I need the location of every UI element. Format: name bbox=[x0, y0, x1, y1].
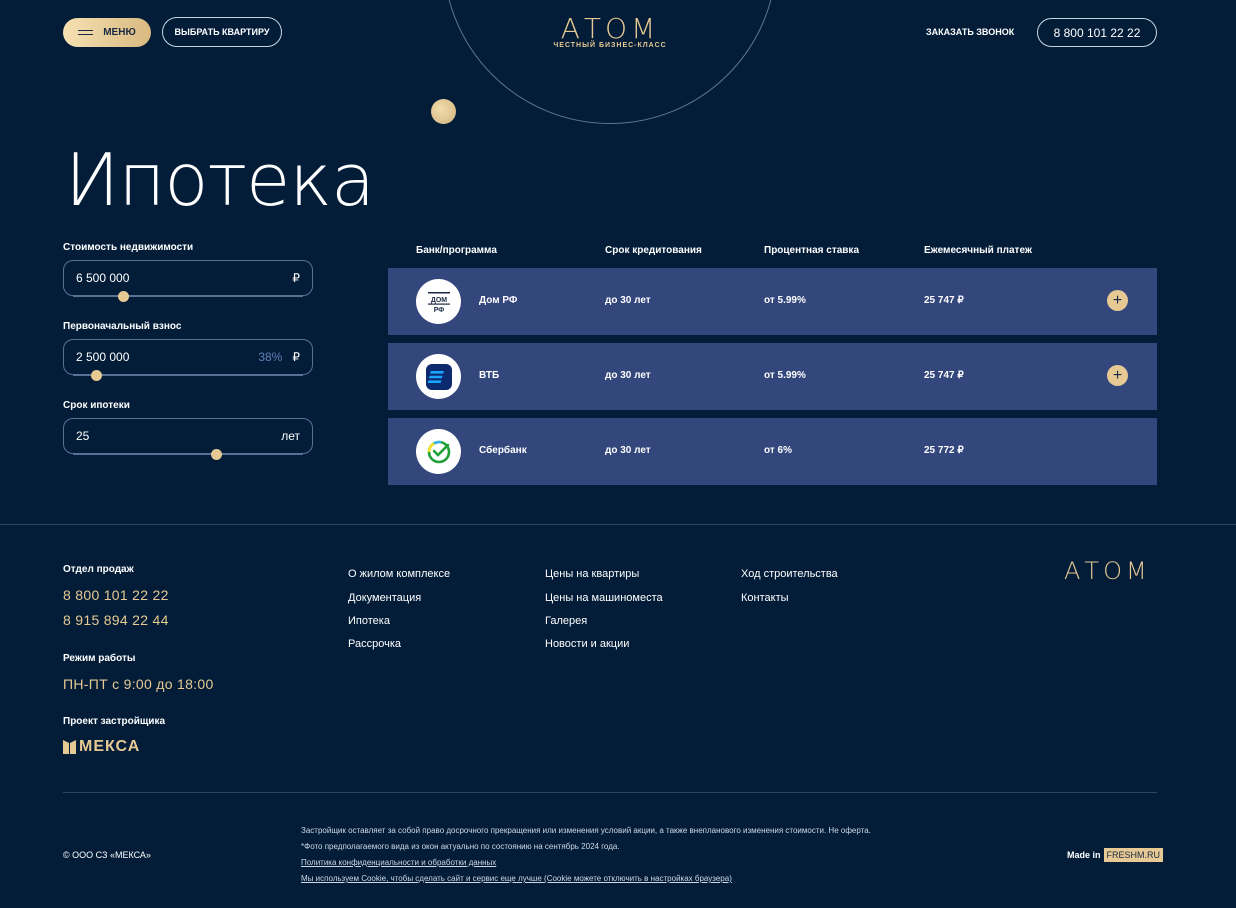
footer-link-contacts[interactable]: Контакты bbox=[741, 592, 789, 604]
footer-link-mortgage[interactable]: Ипотека bbox=[348, 615, 390, 627]
dom-rf-logo-icon: ДОМ РФ bbox=[416, 279, 461, 324]
copyright: © ООО СЗ «МЕКСА» bbox=[63, 850, 151, 860]
table-header-rate: Процентная ставка bbox=[764, 245, 859, 256]
working-hours: ПН-ПТ с 9:00 до 18:00 bbox=[63, 676, 214, 692]
interest-rate: от 5.99% bbox=[764, 370, 806, 381]
footer-logo[interactable]: АТОМ bbox=[1064, 557, 1151, 585]
down-payment-percent: 38% bbox=[258, 350, 283, 364]
down-payment-value: 2 500 000 bbox=[76, 350, 130, 364]
down-payment-unit: ₽ bbox=[292, 350, 300, 364]
developer-name: МЕКСА bbox=[79, 738, 141, 755]
footer-divider bbox=[63, 792, 1157, 793]
price-value: 6 500 000 bbox=[76, 271, 130, 285]
bank-name: ВТБ bbox=[479, 370, 500, 381]
bank-name: Сбербанк bbox=[479, 445, 527, 456]
developer-logo[interactable]: МЕКСА bbox=[63, 738, 140, 756]
table-header-payment: Ежемесячный платеж bbox=[924, 245, 1032, 256]
down-payment-slider-track[interactable] bbox=[73, 375, 303, 376]
table-row-vtb[interactable]: ВТБ до 30 лет от 5.99% 25 747 ₽ + bbox=[388, 343, 1157, 410]
menu-button-label: МЕНЮ bbox=[103, 27, 136, 38]
svg-text:ДОМ: ДОМ bbox=[430, 297, 446, 304]
expand-plus-icon[interactable]: + bbox=[1107, 365, 1128, 386]
footer-link-documents[interactable]: Документация bbox=[348, 592, 421, 604]
privacy-policy-link[interactable]: Политика конфиденциальности и обработки … bbox=[301, 858, 496, 867]
footer-link-gallery[interactable]: Галерея bbox=[545, 615, 587, 627]
table-row-sberbank[interactable]: Сбербанк до 30 лет от 6% 25 772 ₽ bbox=[388, 418, 1157, 485]
mexa-logo-icon bbox=[63, 740, 76, 754]
price-label: Стоимость недвижимости bbox=[63, 242, 194, 253]
credit-term: до 30 лет bbox=[605, 445, 651, 456]
term-unit: лет bbox=[281, 429, 300, 443]
table-header-term: Срок кредитования bbox=[605, 245, 702, 256]
footer-link-construction[interactable]: Ход строительства bbox=[741, 568, 838, 580]
interest-rate: от 6% bbox=[764, 445, 792, 456]
hamburger-icon bbox=[78, 30, 94, 35]
made-in-label: Made in bbox=[1067, 850, 1101, 860]
bank-name: Дом РФ bbox=[479, 295, 518, 306]
sales-department-label: Отдел продаж bbox=[63, 564, 134, 575]
logo-tagline: ЧЕСТНЫЙ БИЗНЕС-КЛАСС bbox=[553, 42, 667, 49]
developer-label: Проект застройщика bbox=[63, 716, 166, 727]
sales-phone-2[interactable]: 8 915 894 22 44 bbox=[63, 612, 169, 628]
disclaimer-photo: *Фото предполагаемого вида из окон актуа… bbox=[301, 842, 620, 851]
interest-rate: от 5.99% bbox=[764, 295, 806, 306]
term-input[interactable]: 25 лет bbox=[63, 418, 313, 454]
footer-link-news[interactable]: Новости и акции bbox=[545, 638, 629, 650]
order-call-link[interactable]: ЗАКАЗАТЬ ЗВОНОК bbox=[926, 27, 1014, 37]
monthly-payment: 25 772 ₽ bbox=[924, 445, 964, 456]
sales-phone-1[interactable]: 8 800 101 22 22 bbox=[63, 587, 169, 603]
down-payment-label: Первоначальный взнос bbox=[63, 321, 182, 332]
term-slider-handle[interactable] bbox=[211, 449, 222, 460]
price-input[interactable]: 6 500 000 ₽ bbox=[63, 260, 313, 296]
credit-term: до 30 лет bbox=[605, 370, 651, 381]
made-in-credit: Made in FRESHM.RU bbox=[1067, 848, 1164, 862]
footer-link-flat-prices[interactable]: Цены на квартиры bbox=[545, 568, 639, 580]
cookie-policy-link[interactable]: Мы используем Cookie, чтобы сделать сайт… bbox=[301, 874, 732, 883]
vtb-logo-icon bbox=[416, 354, 461, 399]
section-divider bbox=[0, 524, 1236, 525]
price-unit: ₽ bbox=[292, 271, 300, 285]
svg-text:РФ: РФ bbox=[433, 307, 444, 314]
working-hours-label: Режим работы bbox=[63, 653, 136, 664]
price-slider-track[interactable] bbox=[73, 296, 303, 297]
term-value: 25 bbox=[76, 429, 90, 443]
footer-link-parking-prices[interactable]: Цены на машиноместа bbox=[545, 592, 663, 604]
disclaimer-offer: Застройщик оставляет за собой право доср… bbox=[301, 826, 871, 835]
page-title: Ипотека bbox=[65, 138, 375, 222]
price-slider-handle[interactable] bbox=[118, 291, 129, 302]
gold-dot-decoration bbox=[431, 99, 456, 124]
footer-link-installment[interactable]: Рассрочка bbox=[348, 638, 401, 650]
table-header-bank: Банк/программа bbox=[416, 245, 497, 256]
site-logo[interactable]: АТОМ bbox=[520, 12, 700, 45]
credit-term: до 30 лет bbox=[605, 295, 651, 306]
monthly-payment: 25 747 ₽ bbox=[924, 370, 964, 381]
monthly-payment: 25 747 ₽ bbox=[924, 295, 964, 306]
down-payment-input[interactable]: 2 500 000 38% ₽ bbox=[63, 339, 313, 375]
choose-flat-button[interactable]: ВЫБРАТЬ КВАРТИРУ bbox=[162, 17, 282, 47]
term-slider-track[interactable] bbox=[73, 454, 303, 455]
expand-plus-icon[interactable]: + bbox=[1107, 290, 1128, 311]
menu-button[interactable]: МЕНЮ bbox=[63, 18, 151, 47]
header-phone-button[interactable]: 8 800 101 22 22 bbox=[1037, 18, 1157, 47]
sberbank-logo-icon bbox=[416, 429, 461, 474]
term-label: Срок ипотеки bbox=[63, 400, 130, 411]
down-payment-slider-handle[interactable] bbox=[91, 370, 102, 381]
freshm-link[interactable]: FRESHM.RU bbox=[1103, 848, 1164, 862]
table-row-dom-rf[interactable]: ДОМ РФ Дом РФ до 30 лет от 5.99% 25 747 … bbox=[388, 268, 1157, 335]
footer-link-complex[interactable]: О жилом комплексе bbox=[348, 568, 450, 580]
